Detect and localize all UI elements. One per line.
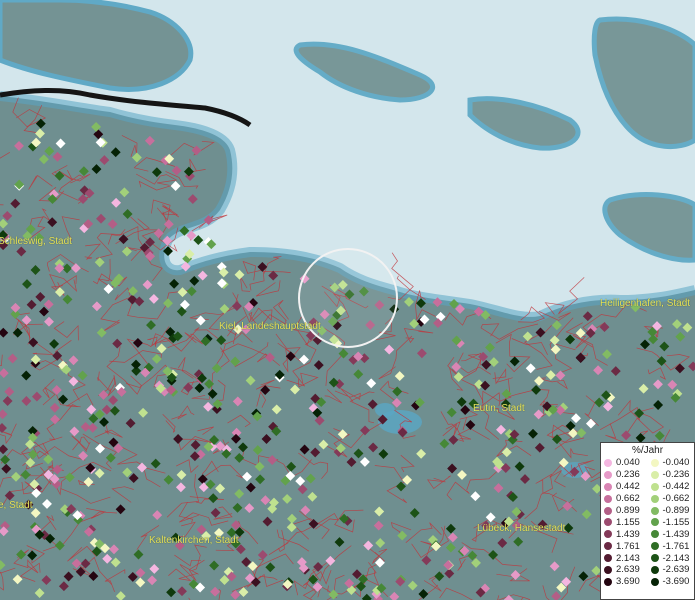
legend-swatch (604, 458, 612, 467)
city-label-eutin: Eutin, Stadt (473, 403, 525, 414)
legend-negative-row: -2.639 (648, 564, 695, 576)
legend-swatch (604, 554, 612, 563)
legend-negative-row: -0.442 (648, 481, 695, 493)
legend-value: 3.690 (616, 576, 640, 588)
legend-positive-row: 0.899 (601, 505, 648, 517)
legend-swatch (604, 577, 612, 586)
legend-swatch (650, 565, 659, 574)
city-label-luebeck: Lübeck, Hansestadt (477, 523, 566, 534)
legend-swatch (604, 530, 612, 539)
legend-value: -2.143 (662, 552, 690, 564)
city-label-rendsburg: e, Stadt (0, 500, 33, 511)
map-view[interactable]: Schleswig, Stadt Kiel, Landeshauptstadt … (0, 0, 695, 600)
legend-swatch (650, 458, 659, 467)
legend-positive-row: 0.442 (601, 481, 648, 493)
city-label-heiligenhafen: Heiligenhafen, Stadt (600, 298, 691, 309)
legend-swatch (604, 470, 612, 479)
legend-swatch (650, 482, 659, 491)
legend-negative-row: -1.761 (648, 540, 695, 552)
legend-negative-row: -2.143 (648, 552, 695, 564)
legend-swatch (650, 470, 659, 479)
legend-value: -1.155 (662, 516, 690, 528)
legend-value: 0.442 (616, 481, 640, 493)
legend-value: 2.143 (616, 552, 640, 564)
legend-positive-row: 1.761 (601, 540, 648, 552)
legend-positive-row: 0.040 (601, 457, 648, 469)
legend-value: -0.662 (662, 493, 690, 505)
legend-value: -2.639 (662, 564, 690, 576)
legend-swatch (650, 542, 659, 551)
legend-swatch (650, 494, 659, 503)
legend-positive-row: 2.639 (601, 564, 648, 576)
legend-positive-column: 0.040 0.236 0.442 0.662 0.899 1.155 1.439 1.761… (601, 457, 648, 588)
legend-swatch (650, 518, 659, 527)
city-label-kiel: Kiel, Landeshauptstadt (219, 321, 321, 332)
legend-value: -0.442 (662, 481, 690, 493)
legend-value: 1.761 (616, 540, 640, 552)
legend-swatch (650, 577, 659, 586)
legend-positive-row: 3.690 (601, 576, 648, 588)
legend-positive-row: 1.439 (601, 528, 648, 540)
legend-value: -0.236 (662, 469, 690, 481)
legend-positive-row: 2.143 (601, 552, 648, 564)
legend-swatch (604, 542, 612, 551)
legend-value: -0.040 (662, 457, 690, 469)
legend-negative-row: -0.662 (648, 493, 695, 505)
legend-swatch (604, 565, 612, 574)
legend-value: -1.761 (662, 540, 690, 552)
legend-value: 0.662 (616, 493, 640, 505)
selection-circle[interactable] (298, 248, 398, 348)
city-label-schleswig: Schleswig, Stadt (0, 236, 72, 247)
map-canvas[interactable] (0, 0, 695, 600)
legend-value: -0.899 (662, 505, 690, 516)
legend-negative-row: -0.040 (648, 457, 695, 469)
legend-title: %/Jahr (631, 445, 664, 456)
legend-negative-row: -3.690 (648, 576, 695, 588)
legend-swatch (604, 494, 612, 503)
legend: %/Jahr 0.040 0.236 0.442 0.662 0.899 1.155 1.4… (600, 442, 695, 600)
legend-value: 2.639 (616, 564, 640, 576)
legend-swatch (650, 530, 659, 539)
legend-negative-row: -0.899 (648, 505, 695, 517)
legend-value: -1.439 (662, 528, 690, 540)
legend-value: 1.155 (616, 516, 640, 528)
city-label-kaltenkirchen: Kaltenkirchen, Stadt (149, 535, 239, 546)
legend-negative-column: -0.040 -0.236 -0.442 -0.662 -0.899 -1.155 -1.4… (648, 457, 695, 588)
legend-value: 0.040 (616, 457, 640, 469)
legend-value: 0.236 (616, 469, 640, 481)
legend-value: 1.439 (616, 528, 640, 540)
legend-positive-row: 0.236 (601, 469, 648, 481)
legend-value: 0.899 (616, 505, 640, 516)
legend-swatch (604, 482, 612, 491)
legend-negative-row: -1.439 (648, 528, 695, 540)
legend-negative-row: -1.155 (648, 516, 695, 528)
legend-swatch (604, 506, 612, 515)
legend-negative-row: -0.236 (648, 469, 695, 481)
lake-eutin (375, 403, 395, 417)
legend-swatch (650, 554, 659, 563)
legend-positive-row: 1.155 (601, 516, 648, 528)
legend-positive-row: 0.662 (601, 493, 648, 505)
legend-value: -3.690 (662, 576, 690, 588)
legend-swatch (650, 506, 659, 515)
legend-swatch (604, 518, 612, 527)
